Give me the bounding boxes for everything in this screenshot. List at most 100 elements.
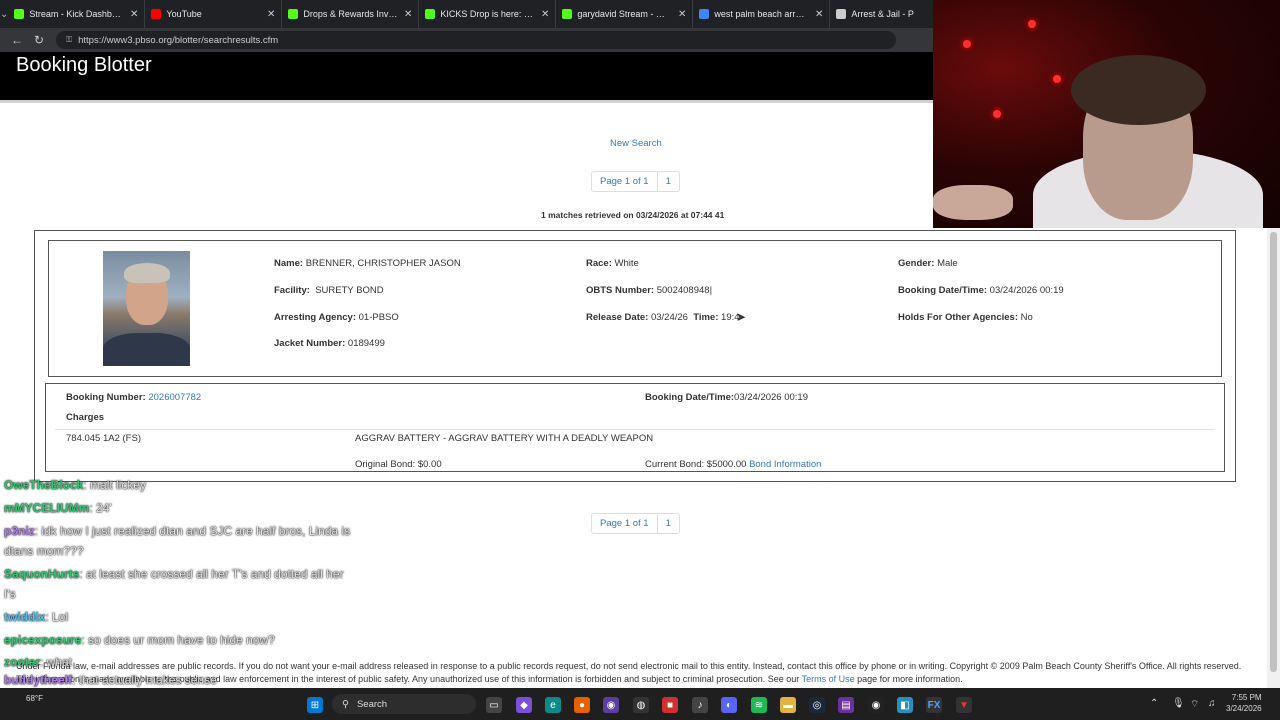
app-icon-4[interactable]: ▤ (838, 697, 854, 713)
agency-field: Arresting Agency: 01-PBSO (274, 312, 399, 323)
close-tab-icon[interactable]: ✕ (815, 9, 823, 20)
charge-description: AGGRAV BATTERY - AGGRAV BATTERY WITH A D… (355, 433, 654, 444)
pager-label-bottom[interactable]: Page 1 of 1 (592, 514, 657, 533)
taskbar-clock[interactable]: 7:55 PM 3/24/2026 (1226, 692, 1262, 714)
chat-message: zooter: what (4, 655, 72, 669)
new-search-link[interactable]: New Search (610, 138, 662, 149)
tab-title: Arrest & Jail - P (851, 9, 914, 19)
obts-value: 5002408948 (656, 285, 710, 296)
volume-icon[interactable]: ♫ (1208, 698, 1216, 709)
chat-message: epicexposure: so does ur mom have to hid… (4, 633, 275, 647)
chat-text: dtans mom??? (4, 544, 84, 558)
discord-icon[interactable]: ◐ (721, 697, 737, 713)
task-view-icon[interactable]: ▭ (486, 697, 502, 713)
browser-tab[interactable]: garydavid Stream - Watch Li ✕ (556, 0, 694, 28)
chat-text: I's (4, 587, 16, 601)
app-icon-1[interactable]: ◉ (603, 697, 619, 713)
network-icon[interactable]: ⌔ (1190, 698, 1199, 711)
tray-overflow-icon[interactable]: ⌃ (1150, 698, 1158, 709)
tab-list-icon[interactable]: ⌄ (0, 0, 8, 28)
firefox-icon[interactable]: ● (574, 697, 590, 713)
facility-field: Facility: SURETY BOND (274, 285, 384, 296)
gender-field: Gender: Male (898, 258, 958, 269)
file-explorer-icon[interactable]: ▬ (780, 697, 796, 713)
browser-tab[interactable]: Drops & Rewards Inven ✕ (282, 0, 420, 28)
tab-favicon-icon (151, 9, 162, 19)
chat-text: : Lol (45, 610, 69, 624)
browser-tab[interactable]: Stream - Kick Dashboard ✕ (8, 0, 146, 28)
bond-information-link[interactable]: Bond Information (749, 459, 821, 470)
footer-tail: page for more information. (854, 674, 963, 684)
close-tab-icon[interactable]: ✕ (130, 9, 138, 20)
release-field: Release Date: 03/24/26 Time: 19:4 (586, 312, 740, 323)
jacket-value: 0189499 (347, 338, 385, 349)
booking-dt-value: 03/24/2026 00:19 (734, 392, 808, 403)
microphone-icon[interactable]: 🎙 (1172, 698, 1185, 709)
pager-page-1-bottom[interactable]: 1 (656, 514, 679, 533)
booking-datetime-field: Booking Date/Time: 03/24/2026 00:19 (898, 285, 1064, 296)
charges-divider (55, 429, 1215, 430)
chat-message: buddytheelf: that actually makes sense (4, 673, 217, 687)
match-count: 1 matches retrieved on 03/24/2026 at 07:… (541, 210, 725, 220)
app-icon-2[interactable]: ◍ (633, 697, 649, 713)
browser-tab[interactable]: west palm beach arrest sear ✕ (693, 0, 831, 28)
app-icon-6[interactable]: ▼ (956, 697, 972, 713)
start-icon[interactable]: ⊞ (307, 697, 323, 713)
fx-icon[interactable]: FX (926, 697, 942, 713)
weather-widget[interactable]: 68°F (26, 694, 43, 703)
taskbar-search[interactable]: ⚲ Search (332, 694, 476, 714)
chat-text: : what (40, 655, 73, 669)
pager-page-1[interactable]: 1 (656, 172, 679, 191)
chat-message: I's (4, 587, 16, 601)
chat-text: : so does ur mom have to hide now? (81, 633, 275, 647)
tab-favicon-icon (836, 9, 847, 19)
stream-chat-overlay: OweTheBlock: malt lickey mMYCELIUMm: 24' p… (0, 475, 420, 720)
chat-username: zooter (4, 655, 40, 669)
site-info-icon[interactable]: ⚿ (66, 35, 72, 45)
booking-datetime-value: 03/24/2026 00:19 (989, 285, 1064, 296)
mugshot-image[interactable] (103, 251, 190, 366)
chat-username: buddytheelf (4, 673, 72, 687)
app-icon-5[interactable]: ◧ (897, 697, 913, 713)
url-field[interactable]: ⚿ https://www3.pbso.org/blotter/searchre… (56, 31, 896, 49)
app-icon-3[interactable]: ■ (662, 697, 678, 713)
clock-time: 7:55 PM (1231, 693, 1262, 702)
booking-number-link[interactable]: 2026007782 (148, 392, 201, 403)
browser-tabbar: ⌄ Stream - Kick Dashboard ✕ YouTube ✕ Drops … (0, 0, 968, 28)
spotify-icon[interactable]: ≋ (751, 697, 767, 713)
copilot-icon[interactable]: ◆ (516, 697, 532, 713)
chat-username: p3niz (4, 524, 35, 538)
tab-title: garydavid Stream - Watch Li (577, 9, 672, 19)
obs-icon[interactable]: ◉ (868, 697, 884, 713)
race-value: White (614, 258, 639, 269)
music-icon[interactable]: ♪ (692, 697, 708, 713)
back-icon[interactable]: ← (6, 33, 28, 47)
race-field: Race: White (586, 258, 639, 269)
chat-text: : that actually makes sense (72, 673, 217, 687)
close-tab-icon[interactable]: ✕ (404, 9, 412, 20)
close-tab-icon[interactable]: ✕ (267, 9, 275, 20)
page-header: Booking Blotter (0, 52, 933, 101)
original-bond-field: Original Bond: $0.00 (355, 459, 442, 470)
scrollbar-thumb[interactable] (1270, 232, 1277, 672)
charges-heading: Charges (66, 412, 105, 423)
browser-tab[interactable]: YouTube ✕ (145, 0, 283, 28)
pager-label[interactable]: Page 1 of 1 (592, 172, 657, 191)
url-text: https://www3.pbso.org/blotter/searchresu… (78, 34, 279, 46)
reload-icon[interactable]: ↻ (28, 33, 50, 47)
charge-statute: 784.045 1A2 (FS) (66, 433, 141, 444)
close-tab-icon[interactable]: ✕ (541, 9, 549, 20)
terms-of-use-link[interactable]: Terms of Use (802, 674, 855, 684)
original-bond-value: $0.00 (417, 459, 442, 470)
pager-top: Page 1 of 1 1 (591, 171, 680, 192)
tab-title: YouTube (166, 9, 202, 19)
tab-title: KICKS Drop is here: watch, e (440, 9, 535, 19)
edge-icon[interactable]: e (545, 697, 561, 713)
browser-tab[interactable]: KICKS Drop is here: watch, e ✕ (419, 0, 557, 28)
close-tab-icon[interactable]: ✕ (678, 9, 686, 20)
steam-icon[interactable]: ◎ (809, 697, 825, 713)
chat-username: mMYCELIUMm (4, 501, 90, 515)
holds-value: No (1020, 312, 1033, 323)
jacket-field: Jacket Number: 0189499 (274, 338, 385, 349)
page-scrollbar[interactable] (1267, 228, 1280, 688)
